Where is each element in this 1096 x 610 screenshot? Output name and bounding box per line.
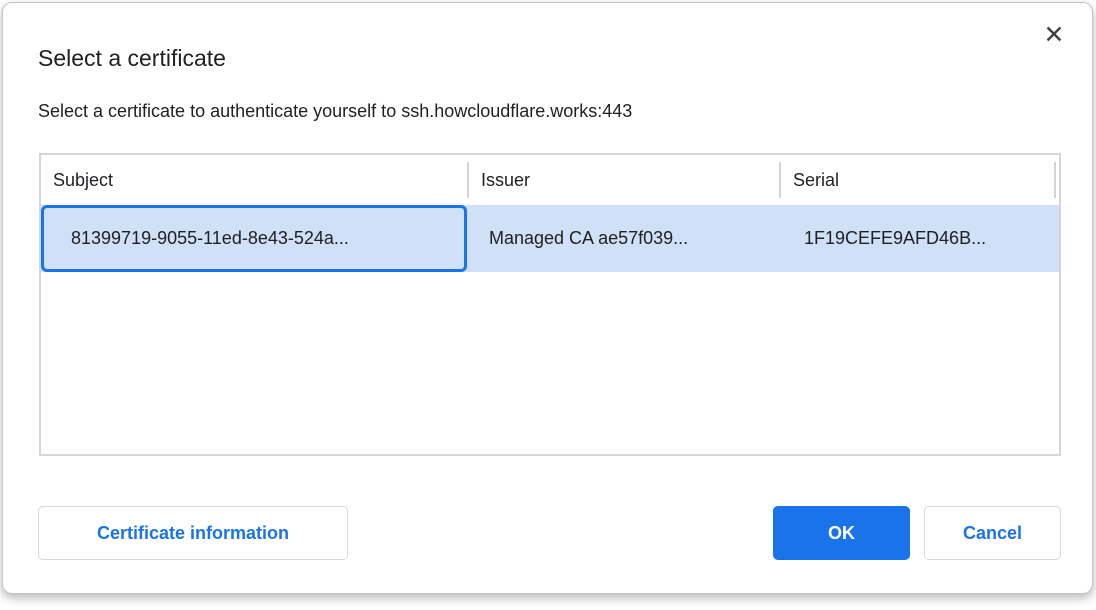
column-divider: [779, 162, 781, 198]
table-row[interactable]: 81399719-9055-11ed-8e43-524a... Managed …: [41, 205, 1059, 272]
column-header-serial: Serial: [779, 155, 1059, 205]
column-header-subject: Subject: [41, 155, 467, 205]
cell-subject[interactable]: 81399719-9055-11ed-8e43-524a...: [41, 205, 467, 272]
table-header: Subject Issuer Serial: [41, 155, 1059, 205]
column-divider: [467, 162, 469, 198]
certificate-picker-dialog: ✕ Select a certificate Select a certific…: [2, 2, 1093, 594]
cell-issuer[interactable]: Managed CA ae57f039...: [467, 205, 779, 272]
certificate-table: Subject Issuer Serial 81399719-9055-11ed…: [39, 153, 1061, 456]
dialog-subtitle: Select a certificate to authenticate you…: [38, 101, 632, 122]
close-icon[interactable]: ✕: [1036, 17, 1072, 53]
cell-serial[interactable]: 1F19CEFE9AFD46B...: [779, 205, 1059, 272]
column-divider: [1054, 162, 1056, 198]
column-header-issuer: Issuer: [467, 155, 779, 205]
cancel-button[interactable]: Cancel: [924, 506, 1061, 560]
ok-button[interactable]: OK: [773, 506, 910, 560]
page-title: Select a certificate: [38, 45, 226, 72]
certificate-information-button[interactable]: Certificate information: [38, 506, 348, 560]
